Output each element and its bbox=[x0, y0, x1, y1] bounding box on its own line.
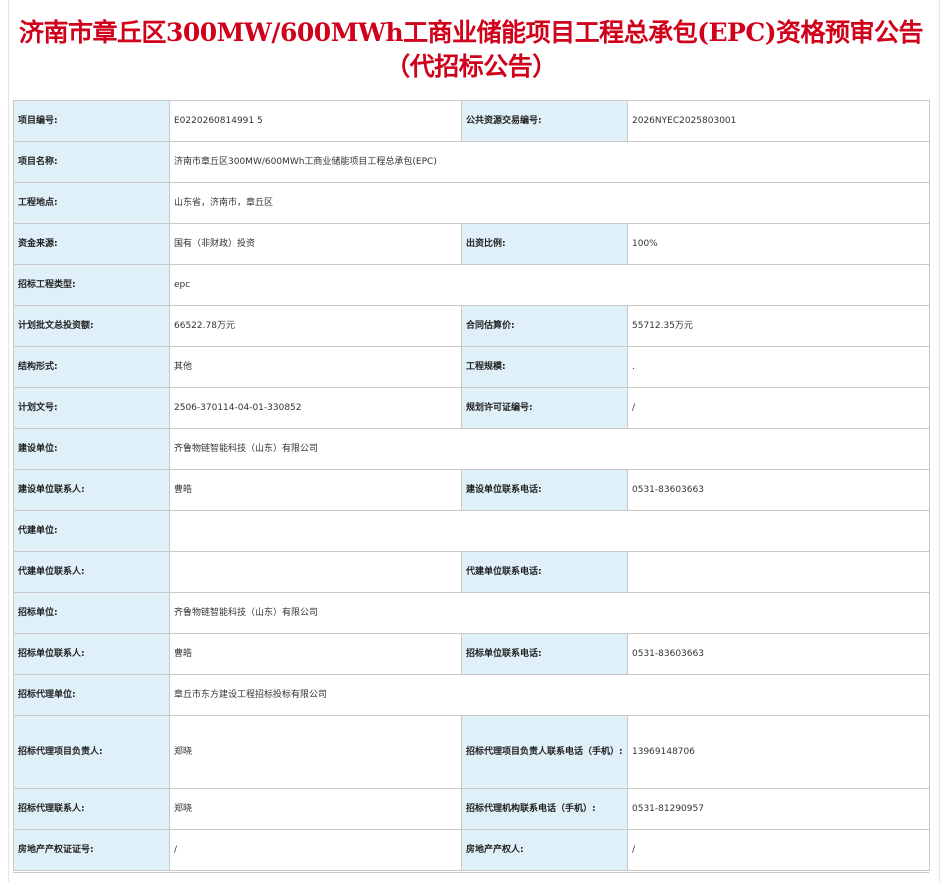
field-label: 项目名称: bbox=[13, 141, 170, 183]
field-value: 55712.35万元 bbox=[627, 305, 930, 347]
table-row: 工程地点: 山东省，济南市，章丘区 bbox=[13, 182, 930, 224]
field-label: 代建单位联系人: bbox=[13, 551, 170, 593]
field-value: 曹皓 bbox=[169, 469, 462, 511]
field-value bbox=[169, 510, 930, 552]
field-label: 项目编号: bbox=[13, 100, 170, 142]
table-row: 房地产产权证证号: / 房地产产权人: / bbox=[13, 829, 930, 871]
field-label: 规划许可证编号: bbox=[461, 387, 628, 429]
table-row: 结构形式: 其他 工程规模: . bbox=[13, 346, 930, 388]
field-label: 建设单位: bbox=[13, 428, 170, 470]
project-info-table: 项目编号: E0220260814991 5 公共资源交易编号: 2026NYE… bbox=[13, 100, 930, 871]
table-row: 招标工程类型: epc bbox=[13, 264, 930, 306]
field-value: 济南市章丘区300MW/600MWh工商业储能项目工程总承包(EPC) bbox=[169, 141, 930, 183]
field-value: 郑晓 bbox=[169, 715, 462, 789]
field-value: 齐鲁物链智能科技（山东）有限公司 bbox=[169, 592, 930, 634]
field-value: 山东省，济南市，章丘区 bbox=[169, 182, 930, 224]
field-label: 资金来源: bbox=[13, 223, 170, 265]
field-label: 招标单位联系电话: bbox=[461, 633, 628, 675]
field-value: 13969148706 bbox=[627, 715, 930, 789]
field-label: 工程规模: bbox=[461, 346, 628, 388]
field-value: / bbox=[627, 387, 930, 429]
field-label: 工程地点: bbox=[13, 182, 170, 224]
table-row: 代建单位: bbox=[13, 510, 930, 552]
field-value: / bbox=[169, 829, 462, 871]
field-value: 其他 bbox=[169, 346, 462, 388]
table-row: 招标单位联系人: 曹皓 招标单位联系电话: 0531-83603663 bbox=[13, 633, 930, 675]
table-row: 资金来源: 国有（非财政）投资 出资比例: 100% bbox=[13, 223, 930, 265]
field-label: 房地产产权证证号: bbox=[13, 829, 170, 871]
table-row: 招标单位: 齐鲁物链智能科技（山东）有限公司 bbox=[13, 592, 930, 634]
field-value: / bbox=[627, 829, 930, 871]
table-row: 项目名称: 济南市章丘区300MW/600MWh工商业储能项目工程总承包(EPC… bbox=[13, 141, 930, 183]
field-label: 招标代理项目负责人联系电话（手机）: bbox=[461, 715, 628, 789]
field-label: 招标单位: bbox=[13, 592, 170, 634]
field-value: 2026NYEC2025803001 bbox=[627, 100, 930, 142]
field-label: 建设单位联系人: bbox=[13, 469, 170, 511]
field-label: 合同估算价: bbox=[461, 305, 628, 347]
field-value: 0531-83603663 bbox=[627, 469, 930, 511]
table-row: 项目编号: E0220260814991 5 公共资源交易编号: 2026NYE… bbox=[13, 100, 930, 142]
field-value: epc bbox=[169, 264, 930, 306]
field-label: 房地产产权人: bbox=[461, 829, 628, 871]
field-value: 66522.78万元 bbox=[169, 305, 462, 347]
table-row: 建设单位联系人: 曹皓 建设单位联系电话: 0531-83603663 bbox=[13, 469, 930, 511]
field-label: 结构形式: bbox=[13, 346, 170, 388]
field-label: 招标代理机构联系电话（手机）: bbox=[461, 788, 628, 830]
table-row: 招标代理项目负责人: 郑晓 招标代理项目负责人联系电话（手机）: 1396914… bbox=[13, 715, 930, 789]
field-value: . bbox=[627, 346, 930, 388]
field-value bbox=[169, 551, 462, 593]
field-value: 章丘市东方建设工程招标投标有限公司 bbox=[169, 674, 930, 716]
field-label: 招标代理单位: bbox=[13, 674, 170, 716]
field-value: 2506-370114-04-01-330852 bbox=[169, 387, 462, 429]
field-label: 公共资源交易编号: bbox=[461, 100, 628, 142]
table-row: 计划文号: 2506-370114-04-01-330852 规划许可证编号: … bbox=[13, 387, 930, 429]
field-value: 100% bbox=[627, 223, 930, 265]
field-label: 建设单位联系电话: bbox=[461, 469, 628, 511]
table-row: 招标代理单位: 章丘市东方建设工程招标投标有限公司 bbox=[13, 674, 930, 716]
field-label: 招标单位联系人: bbox=[13, 633, 170, 675]
field-label: 代建单位: bbox=[13, 510, 170, 552]
table-row: 建设单位: 齐鲁物链智能科技（山东）有限公司 bbox=[13, 428, 930, 470]
bottom-divider bbox=[13, 872, 929, 873]
field-label: 招标代理项目负责人: bbox=[13, 715, 170, 789]
field-value: 0531-83603663 bbox=[627, 633, 930, 675]
field-label: 出资比例: bbox=[461, 223, 628, 265]
field-label: 计划批文总投资额: bbox=[13, 305, 170, 347]
field-label: 代建单位联系电话: bbox=[461, 551, 628, 593]
field-value: 0531-81290957 bbox=[627, 788, 930, 830]
field-value: 国有（非财政）投资 bbox=[169, 223, 462, 265]
table-row: 招标代理联系人: 郑晓 招标代理机构联系电话（手机）: 0531-8129095… bbox=[13, 788, 930, 830]
field-label: 招标工程类型: bbox=[13, 264, 170, 306]
field-value: 齐鲁物链智能科技（山东）有限公司 bbox=[169, 428, 930, 470]
field-value bbox=[627, 551, 930, 593]
table-row: 计划批文总投资额: 66522.78万元 合同估算价: 55712.35万元 bbox=[13, 305, 930, 347]
page-title: 济南市章丘区300MW/600MWh工商业储能项目工程总承包(EPC)资格预审公… bbox=[18, 18, 924, 81]
field-value: 郑晓 bbox=[169, 788, 462, 830]
field-label: 招标代理联系人: bbox=[13, 788, 170, 830]
table-row: 代建单位联系人: 代建单位联系电话: bbox=[13, 551, 930, 593]
field-label: 计划文号: bbox=[13, 387, 170, 429]
field-value: E0220260814991 5 bbox=[169, 100, 462, 142]
field-value: 曹皓 bbox=[169, 633, 462, 675]
